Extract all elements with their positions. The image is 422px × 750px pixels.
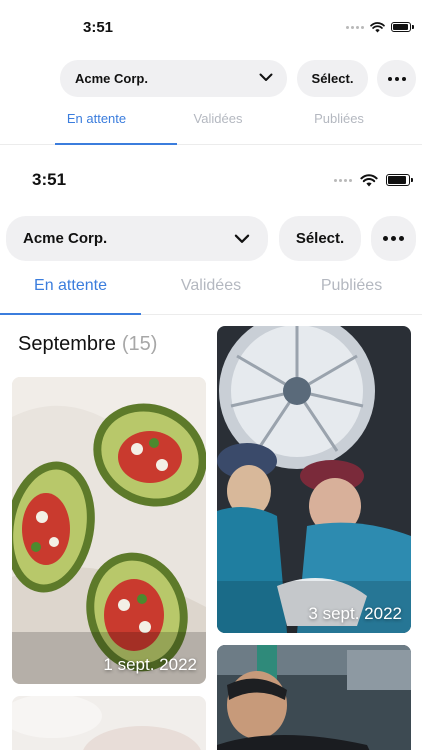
status-bar-bg: 3:51 <box>0 14 422 40</box>
tab-bar: En attente Validées Publiées <box>0 277 422 315</box>
chevron-down-icon <box>234 234 250 243</box>
tab-published[interactable]: Publiées <box>281 277 422 314</box>
select-button[interactable]: Sélect. <box>279 216 361 261</box>
tab-validated[interactable]: Validées <box>141 277 281 314</box>
more-horizontal-icon <box>383 236 404 241</box>
tab-pending[interactable]: En attente <box>0 277 141 315</box>
signal-dots-icon <box>334 178 352 182</box>
more-button[interactable] <box>371 216 416 261</box>
status-time-bg: 3:51 <box>83 18 114 36</box>
chevron-down-icon <box>259 73 273 81</box>
active-tab-indicator <box>0 313 141 315</box>
photo-card[interactable]: 1 sept. 2022 <box>12 377 206 684</box>
more-button-bg[interactable] <box>377 60 416 97</box>
wifi-icon <box>370 21 385 33</box>
photo-date: 1 sept. 2022 <box>103 655 197 674</box>
photo-card[interactable]: 3 sept. 2022 <box>217 326 411 633</box>
photo-thumbnail <box>217 645 411 750</box>
photo-date: 3 sept. 2022 <box>308 604 402 623</box>
company-select-label: Acme Corp. <box>23 230 108 247</box>
photo-thumbnail <box>217 326 411 633</box>
tab-validated-bg[interactable]: Validées <box>157 111 279 144</box>
tab-published-bg[interactable]: Publiées <box>279 111 399 144</box>
photo-card[interactable] <box>217 645 411 750</box>
signal-dots-icon <box>346 25 364 29</box>
section-header: Septembre (15) <box>18 333 157 356</box>
status-bar: 3:51 <box>0 166 422 194</box>
select-button-bg[interactable]: Sélect. <box>297 60 368 97</box>
tab-pending-bg[interactable]: En attente <box>36 111 177 145</box>
section-count: (15) <box>121 333 158 355</box>
more-horizontal-icon <box>387 76 406 81</box>
battery-icon <box>391 22 411 32</box>
tab-published-label: Publiées <box>320 277 383 294</box>
select-button-label: Sélect. <box>295 230 345 247</box>
battery-icon <box>386 174 410 186</box>
photo-card[interactable] <box>12 696 206 750</box>
wifi-icon <box>360 173 378 186</box>
tab-pending-label: En attente <box>34 277 107 294</box>
tab-bar-bg: En attente Validées Publiées <box>0 111 422 145</box>
status-time: 3:51 <box>32 170 67 189</box>
photo-thumbnail <box>12 377 206 684</box>
company-select-bg[interactable]: Acme Corp. <box>60 60 287 97</box>
company-select[interactable]: Acme Corp. <box>6 216 268 261</box>
section-month: Septembre <box>18 333 116 355</box>
tab-validated-label: Validées <box>180 277 242 294</box>
photo-thumbnail <box>12 696 206 750</box>
